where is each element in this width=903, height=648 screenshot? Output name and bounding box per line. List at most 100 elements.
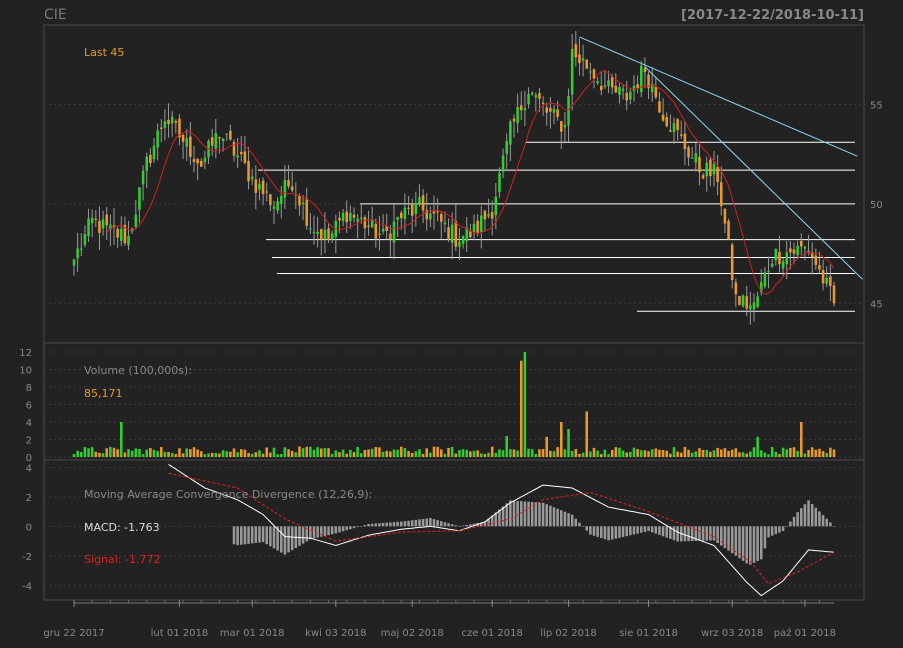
candle-body bbox=[90, 217, 94, 224]
macd-hist-bar bbox=[316, 526, 319, 538]
candle-body bbox=[825, 277, 828, 284]
macd-hist-bar bbox=[618, 526, 621, 538]
candle-body bbox=[290, 186, 294, 191]
volume-bar bbox=[141, 454, 145, 457]
candle-body bbox=[498, 173, 501, 192]
candle-body bbox=[676, 119, 679, 131]
last-price-label: Last 45 bbox=[84, 46, 124, 59]
macd-hist-bar bbox=[443, 522, 447, 527]
macd-hist-bar bbox=[781, 526, 785, 532]
volume-bar bbox=[592, 447, 596, 457]
candle-body bbox=[316, 231, 319, 235]
candle-body bbox=[669, 130, 672, 132]
macd-hist-bar bbox=[341, 526, 345, 532]
candle-body bbox=[785, 252, 788, 264]
candle-body bbox=[625, 92, 628, 101]
volume-bar bbox=[421, 454, 425, 457]
volume-bar bbox=[370, 448, 374, 457]
macd-hist-bar bbox=[469, 524, 472, 527]
candle-body bbox=[414, 203, 418, 215]
candle-body bbox=[480, 215, 483, 232]
candle-body bbox=[360, 217, 363, 219]
candle-body bbox=[723, 208, 727, 224]
volume-bar bbox=[410, 452, 414, 457]
volume-bar bbox=[516, 450, 519, 457]
candle-body bbox=[534, 94, 538, 98]
candle-body bbox=[247, 160, 250, 182]
macd-hist-bar bbox=[567, 513, 570, 527]
candle-body bbox=[210, 137, 214, 146]
candle-body bbox=[309, 228, 312, 230]
volume-bar bbox=[712, 450, 716, 457]
volume-bar bbox=[112, 447, 116, 457]
volume-bar bbox=[403, 448, 407, 457]
candle-body bbox=[352, 214, 356, 218]
candle-body bbox=[254, 179, 258, 193]
volume-bar bbox=[163, 452, 167, 457]
candle-body bbox=[720, 182, 723, 207]
macd-hist-bar bbox=[727, 526, 730, 551]
macd-hist-bar bbox=[592, 526, 596, 536]
macd-hist-bar bbox=[825, 518, 828, 527]
macd-hist-bar bbox=[814, 507, 818, 527]
volume-bar bbox=[741, 452, 745, 457]
candle-body bbox=[636, 84, 639, 88]
macd-hist-bar bbox=[378, 523, 381, 527]
volume-bar bbox=[458, 450, 461, 457]
volume-bar bbox=[214, 452, 218, 457]
macd-hist-bar bbox=[512, 500, 516, 527]
volume-bar bbox=[650, 449, 654, 457]
candle-body bbox=[556, 109, 559, 117]
macd-hist-bar bbox=[614, 526, 618, 539]
candle-body bbox=[225, 133, 228, 135]
macd-hist-bar bbox=[352, 526, 356, 529]
candle-body bbox=[832, 285, 836, 304]
candle-body bbox=[800, 241, 803, 247]
volume-bar bbox=[261, 453, 265, 457]
volume-bar bbox=[490, 446, 494, 457]
macd-hist-bar bbox=[600, 526, 603, 539]
macd-hist-bar bbox=[349, 526, 352, 530]
candle-body bbox=[490, 211, 494, 219]
candle-body bbox=[541, 102, 545, 104]
candle-body bbox=[461, 236, 465, 244]
candle bbox=[640, 60, 643, 98]
macd-hist-bar bbox=[236, 526, 239, 546]
candle-body bbox=[374, 223, 378, 239]
x-tick-label: lut 01 2018 bbox=[151, 628, 209, 639]
candle-body bbox=[458, 242, 461, 247]
macd-title: Moving Average Convergence Divergence (1… bbox=[84, 488, 372, 501]
candle-body bbox=[243, 151, 247, 163]
candle-body bbox=[538, 93, 541, 99]
candle-body bbox=[396, 216, 399, 220]
candle-body bbox=[469, 231, 472, 238]
candle-body bbox=[338, 217, 341, 221]
volume-bar bbox=[760, 450, 763, 457]
candle-body bbox=[301, 202, 305, 205]
macd-hist-bar bbox=[636, 526, 639, 534]
macd-hist-bar bbox=[632, 526, 636, 535]
macd-hist-bar bbox=[676, 526, 679, 542]
volume-bar bbox=[749, 451, 752, 457]
volume-bar bbox=[563, 449, 567, 457]
candle-body bbox=[549, 107, 552, 112]
candle-body bbox=[421, 195, 425, 211]
candle-body bbox=[807, 250, 810, 252]
macd-hist-bar bbox=[360, 526, 363, 527]
macd-hist-bar bbox=[370, 523, 374, 527]
volume-bar bbox=[232, 448, 236, 457]
volume-bar bbox=[472, 450, 476, 457]
volume-bar bbox=[665, 450, 668, 457]
macd-hist-bar bbox=[658, 526, 661, 535]
volume-bar bbox=[825, 452, 828, 457]
candle-body bbox=[770, 263, 774, 267]
volume-bar bbox=[349, 449, 352, 457]
volume-bar bbox=[181, 453, 185, 457]
macd-tick-label: 2 bbox=[26, 493, 32, 504]
volume-bar bbox=[123, 452, 127, 457]
x-tick-label: lip 02 2018 bbox=[540, 628, 596, 639]
candle-body bbox=[745, 296, 748, 309]
candle-body bbox=[407, 207, 410, 209]
macd-hist-bar bbox=[414, 519, 418, 527]
x-tick-label: cze 01 2018 bbox=[461, 628, 522, 639]
